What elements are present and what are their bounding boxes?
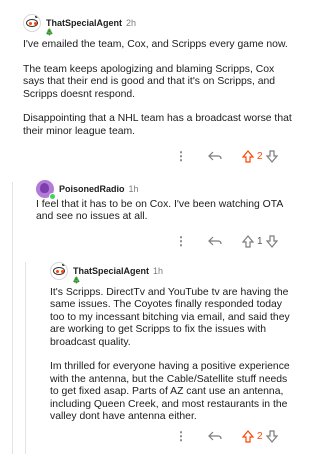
reply-icon[interactable]	[208, 235, 222, 247]
username[interactable]: PoisonedRadio	[59, 184, 125, 194]
comment: PoisonedRadio 1h I feel that it has to b…	[0, 166, 300, 262]
downvote-icon[interactable]	[265, 429, 278, 443]
comment-header: ThatSpecialAgent 1h	[50, 262, 163, 280]
snoo-eye	[56, 270, 59, 273]
comment-actions: ⋮ 1	[175, 233, 278, 249]
timestamp: 2h	[126, 18, 137, 28]
user-avatar[interactable]	[50, 262, 68, 280]
snoo-eye	[61, 270, 64, 273]
snoo-antenna	[35, 15, 38, 18]
more-options-icon[interactable]: ⋮	[175, 234, 187, 248]
upvote-icon[interactable]	[242, 429, 254, 443]
timestamp: 1h	[153, 266, 164, 276]
comment-body: It's Scripps. DirectTv and YouTube tv ar…	[50, 287, 290, 423]
comment: ThatSpecialAgent 1h 🎄 It's Scripps. Dire…	[0, 262, 300, 454]
snoo-eye	[34, 22, 37, 25]
vote-score: 2	[257, 150, 263, 162]
comment-actions: ⋮ 2	[175, 148, 278, 164]
username[interactable]: ThatSpecialAgent	[73, 266, 149, 276]
timestamp: 1h	[128, 184, 139, 194]
comment: ThatSpecialAgent 2h 🎄 I've emailed the t…	[0, 0, 300, 166]
upvote-icon[interactable]	[242, 149, 254, 163]
user-flair: 🎄	[45, 29, 54, 36]
username[interactable]: ThatSpecialAgent	[46, 18, 122, 28]
avatar-figure	[40, 183, 49, 193]
user-avatar[interactable]	[23, 14, 41, 32]
reply-icon[interactable]	[208, 430, 222, 442]
reply-icon[interactable]	[208, 150, 222, 162]
comment-body: I've emailed the team, Cox, and Scripps …	[23, 39, 292, 137]
comment-actions: ⋮ 2	[175, 428, 278, 444]
vote-score: 2	[257, 430, 263, 442]
snoo-eye	[29, 22, 32, 25]
snoo-antenna	[62, 263, 65, 266]
vote-score: 1	[257, 235, 263, 247]
downvote-icon[interactable]	[265, 149, 278, 163]
more-options-icon[interactable]: ⋮	[175, 149, 187, 163]
comment-header: ThatSpecialAgent 2h	[23, 14, 136, 32]
comment-body: I feel that it has to be on Cox. I've be…	[36, 199, 283, 223]
upvote-icon[interactable]	[242, 234, 254, 248]
downvote-icon[interactable]	[265, 234, 278, 248]
user-flair: 🎄	[72, 277, 81, 284]
more-options-icon[interactable]: ⋮	[175, 429, 187, 443]
